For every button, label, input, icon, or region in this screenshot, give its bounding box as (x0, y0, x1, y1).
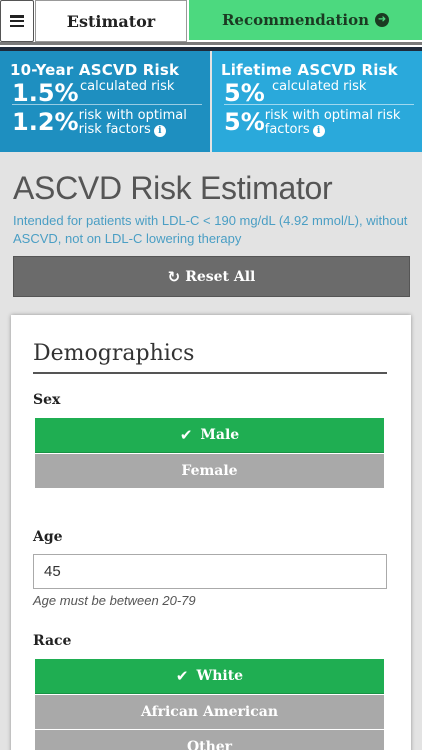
reset-all-button[interactable]: ↻ Reset All (13, 256, 410, 297)
lifetime-optimal-value: 5% (224, 108, 265, 136)
lifetime-calculated-label: calculated risk (272, 79, 367, 94)
reset-all-label: Reset All (185, 268, 256, 285)
ten-year-optimal-label-wrap: risk with optimal risk factors i (79, 108, 202, 137)
section-divider (33, 372, 387, 374)
ten-year-risk-panel: 10-Year ASCVD Risk 1.5% calculated risk … (0, 51, 210, 152)
lifetime-optimal-row: 5% risk with optimal risk factors i (224, 108, 414, 137)
section-title: Demographics (33, 341, 195, 366)
ten-year-optimal-row: 1.2% risk with optimal risk factors i (12, 108, 202, 137)
ten-year-calculated-label: calculated risk (80, 79, 175, 94)
race-option-other[interactable]: Other (35, 729, 384, 750)
check-icon: ✔ (179, 426, 193, 444)
info-icon[interactable]: i (312, 125, 325, 137)
lifetime-calculated-row: 5% calculated risk (224, 79, 414, 107)
sex-option-label: Female (181, 463, 238, 479)
lifetime-risk-panel: Lifetime ASCVD Risk 5% calculated risk 5… (212, 51, 422, 152)
race-option-label: African American (140, 704, 279, 720)
lifetime-calculated-value: 5% (224, 79, 265, 107)
lifetime-optimal-label-wrap: risk with optimal risk factors i (265, 108, 414, 137)
nav-divider (0, 42, 422, 45)
top-nav: Estimator Recommendation ➜ (0, 0, 422, 48)
sex-option-label: Male (200, 427, 240, 443)
info-icon[interactable]: i (153, 125, 166, 137)
ten-year-calculated-value: 1.5% (12, 79, 79, 107)
race-option-label: Other (186, 739, 233, 750)
demographics-card: Demographics Sex ✔ Male Female Age 45 Ag… (11, 315, 411, 750)
race-option-label: White (196, 668, 244, 684)
menu-button[interactable] (0, 0, 34, 42)
ten-year-optimal-value: 1.2% (12, 108, 79, 136)
lifetime-risk-title: Lifetime ASCVD Risk (221, 61, 398, 79)
ten-year-risk-title: 10-Year ASCVD Risk (10, 61, 180, 79)
race-option-african-american[interactable]: African American (35, 694, 384, 729)
refresh-icon: ↻ (167, 267, 181, 286)
page-subtitle: Intended for patients with LDL-C < 190 m… (13, 213, 408, 246)
age-hint: Age must be between 20-79 (33, 593, 196, 608)
ten-year-optimal-label: risk with optimal risk factors (78, 108, 187, 137)
tab-recommendation[interactable]: Recommendation ➜ (189, 0, 422, 40)
check-icon: ✔ (175, 667, 189, 685)
lifetime-optimal-label: risk with optimal risk factors (264, 108, 401, 137)
page-title: ASCVD Risk Estimator (13, 170, 333, 206)
arrow-right-circle-icon: ➜ (375, 13, 390, 27)
tab-recommendation-label: Recommendation (221, 11, 370, 29)
race-label: Race (33, 633, 72, 649)
sex-option-male[interactable]: ✔ Male (35, 418, 384, 453)
age-input[interactable]: 45 (33, 554, 387, 589)
age-label: Age (33, 529, 63, 545)
sex-label: Sex (33, 392, 61, 408)
ten-year-calculated-row: 1.5% calculated risk (12, 79, 202, 107)
hamburger-icon (10, 15, 24, 27)
race-option-white[interactable]: ✔ White (35, 659, 384, 694)
sex-option-female[interactable]: Female (35, 453, 384, 488)
tab-estimator[interactable]: Estimator (35, 0, 187, 42)
